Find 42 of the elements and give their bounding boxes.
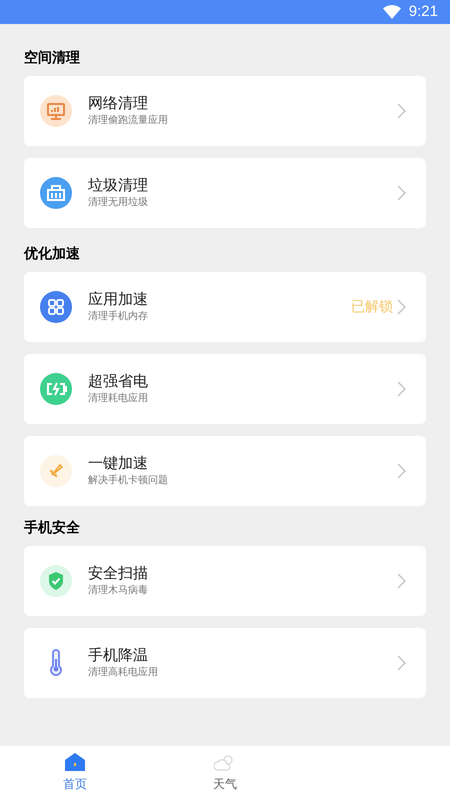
basket-icon: [40, 177, 72, 209]
tab[interactable]: 首页: [0, 746, 150, 800]
feature-subtitle: 清理无用垃圾: [88, 196, 149, 210]
section-title: 优化加速: [24, 245, 81, 264]
shield-icon: [40, 565, 72, 597]
feature-title: 手机降温: [88, 645, 149, 665]
feature-title: 网络清理: [88, 93, 149, 113]
section-title: 手机安全: [24, 518, 81, 538]
feature-card[interactable]: 垃圾清理 清理无用垃圾: [24, 158, 426, 228]
monitor-icon: [40, 95, 72, 127]
chevron-right-icon: [397, 655, 406, 671]
feature-title: 垃圾清理: [88, 175, 149, 195]
feature-title: 一键加速: [88, 453, 149, 473]
feature-subtitle: 清理木马病毒: [88, 584, 149, 598]
chevron-right-icon: [397, 381, 406, 397]
status-time: 9:21: [408, 2, 438, 22]
feature-subtitle: 清理偷跑流量应用: [88, 114, 169, 128]
feature-subtitle: 解决手机卡顿问题: [88, 474, 169, 488]
chevron-right-icon: [397, 463, 406, 479]
feature-card[interactable]: 网络清理 清理偷跑流量应用: [24, 76, 426, 146]
battery-icon: [40, 373, 72, 405]
unlocked-label: 已解锁: [351, 298, 393, 316]
feature-card[interactable]: 应用加速 清理手机内存 已解锁: [24, 272, 426, 342]
feature-title: 安全扫描: [88, 563, 149, 583]
chevron-right-icon: [397, 299, 406, 315]
feature-subtitle: 清理耗电应用: [88, 392, 149, 406]
tab[interactable]: 天气: [150, 746, 300, 800]
feature-subtitle: 清理手机内存: [88, 310, 149, 324]
feature-card[interactable]: 手机降温 清理高耗电应用: [24, 628, 426, 698]
feature-title: 应用加速: [88, 289, 149, 309]
chevron-right-icon: [397, 185, 406, 201]
chevron-right-icon: [397, 573, 406, 589]
feature-card[interactable]: 超强省电 清理耗电应用: [24, 354, 426, 424]
home-icon: [65, 753, 85, 771]
section-title: 空间清理: [24, 48, 81, 68]
feature-title: 超强省电: [88, 371, 149, 391]
grid-icon: [40, 291, 72, 323]
feature-card[interactable]: 一键加速 解决手机卡顿问题: [24, 436, 426, 506]
feature-subtitle: 清理高耗电应用: [88, 666, 159, 680]
feature-card[interactable]: 安全扫描 清理木马病毒: [24, 546, 426, 616]
chevron-right-icon: [397, 103, 406, 119]
wifi-icon: [382, 5, 401, 19]
